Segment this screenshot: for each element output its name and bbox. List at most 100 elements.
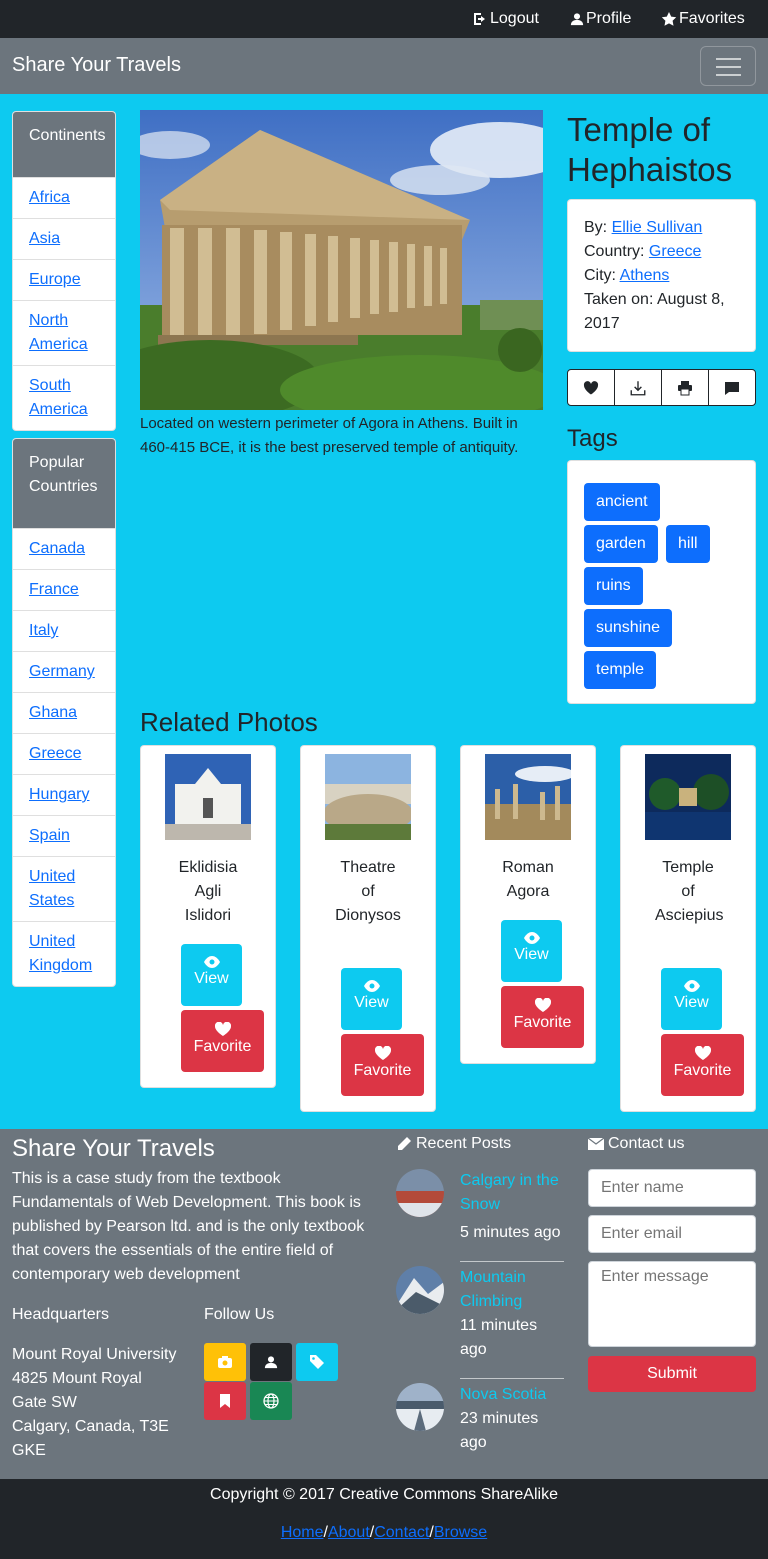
country-link[interactable]: Canada <box>29 540 85 557</box>
tags-social-button[interactable] <box>296 1343 338 1381</box>
contact-link[interactable]: Contact <box>374 1524 429 1541</box>
country-link[interactable]: Italy <box>29 622 58 639</box>
post-thumbnail[interactable] <box>396 1383 444 1431</box>
related-photo-card: Theatre of Dionysos View Favorite <box>300 745 436 1112</box>
related-thumbnail[interactable] <box>165 754 251 840</box>
logout-label: Logout <box>490 10 539 27</box>
globe-icon <box>263 1393 279 1409</box>
bookmark-social-button[interactable] <box>204 1382 246 1420</box>
post-thumbnail[interactable] <box>396 1266 444 1314</box>
favorite-button[interactable]: Favorite <box>341 1034 424 1096</box>
email-input[interactable] <box>588 1215 756 1253</box>
related-thumbnail[interactable] <box>325 754 411 840</box>
contact-header: Contact us <box>588 1132 684 1156</box>
related-thumbnail[interactable] <box>485 754 571 840</box>
contact-title: Contact us <box>608 1135 685 1152</box>
view-button[interactable]: View <box>501 920 562 982</box>
related-name: Roman Agora <box>502 859 554 900</box>
favorites-link[interactable]: Favorites <box>661 10 745 28</box>
menu-icon-bar <box>716 58 741 60</box>
view-button[interactable]: View <box>341 968 402 1030</box>
related-photo-card: Temple of Asciepius View Favorite <box>620 745 756 1112</box>
eye-icon <box>683 980 700 992</box>
favorite-button[interactable]: Favorite <box>501 986 584 1048</box>
view-button[interactable]: View <box>661 968 722 1030</box>
tag-badge[interactable]: hill <box>666 525 710 563</box>
country-link[interactable]: United Kingdom <box>29 933 92 974</box>
message-textarea[interactable] <box>588 1261 756 1347</box>
profile-social-button[interactable] <box>250 1343 292 1381</box>
country-link[interactable]: Hungary <box>29 786 89 803</box>
menu-icon-bar <box>716 74 741 76</box>
navbar-toggler-button[interactable] <box>700 46 756 86</box>
favorite-button[interactable]: Favorite <box>661 1034 744 1096</box>
country-link[interactable]: Greece <box>649 243 701 260</box>
top-navbar: Logout Profile Favorites <box>0 0 768 38</box>
continents-card: Continents Africa Asia Europe North Amer… <box>12 111 116 431</box>
related-thumbnail[interactable] <box>645 754 731 840</box>
download-button[interactable] <box>615 370 662 405</box>
favorite-label: Favorite <box>193 1038 252 1055</box>
globe-social-button[interactable] <box>250 1382 292 1420</box>
camera-social-button[interactable] <box>204 1343 246 1381</box>
footer-description: This is a case study from the textbook F… <box>12 1170 365 1283</box>
tag-badge[interactable]: temple <box>584 651 657 689</box>
continent-link[interactable]: North America <box>29 312 88 353</box>
tag-badge[interactable]: ancient <box>584 483 660 521</box>
post-thumbnail[interactable] <box>396 1169 444 1217</box>
logout-link[interactable]: Logout <box>472 10 539 28</box>
heart-icon <box>583 380 599 394</box>
view-label: View <box>514 946 549 963</box>
related-photo-card: Eklidisia Agli Islidori View Favorite <box>140 745 276 1088</box>
name-input[interactable] <box>588 1169 756 1207</box>
comment-button[interactable] <box>709 370 755 405</box>
photo-info-card: By: Ellie Sullivan Country: Greece City:… <box>567 199 756 352</box>
post-title-link[interactable]: Nova Scotia <box>460 1383 568 1407</box>
view-label: View <box>354 994 389 1011</box>
hq-line: Calgary, Canada, T3E <box>12 1418 169 1435</box>
favorite-button[interactable]: Favorite <box>181 1010 264 1072</box>
about-link[interactable]: About <box>328 1524 370 1541</box>
view-label: View <box>674 994 709 1011</box>
related-photo-card: Roman Agora View Favorite <box>460 745 596 1064</box>
post-time: 11 minutes ago <box>460 1317 538 1358</box>
taken-label: Taken on: <box>584 291 654 308</box>
favorite-button[interactable] <box>568 370 615 405</box>
eye-icon <box>363 980 380 992</box>
country-link[interactable]: Spain <box>29 827 70 844</box>
tag-badge[interactable]: sunshine <box>584 609 673 647</box>
continent-link[interactable]: Europe <box>29 271 81 288</box>
tag-badge[interactable]: ruins <box>584 567 643 605</box>
taken-row: Taken on: August 8, 2017 <box>584 288 739 336</box>
profile-link[interactable]: Profile <box>570 10 631 28</box>
print-button[interactable] <box>662 370 709 405</box>
main-photo <box>140 110 543 410</box>
continent-link[interactable]: South America <box>29 377 88 418</box>
city-row: City: Athens <box>584 264 739 288</box>
country-item: Italy <box>13 610 115 651</box>
submit-button[interactable]: Submit <box>588 1356 756 1392</box>
home-link[interactable]: Home <box>281 1524 324 1541</box>
continent-link[interactable]: Asia <box>29 230 60 247</box>
continent-link[interactable]: Africa <box>29 189 70 206</box>
city-link[interactable]: Athens <box>620 267 670 284</box>
post-title-link[interactable]: Mountain Climbing <box>460 1266 568 1314</box>
country-link[interactable]: United States <box>29 868 75 909</box>
tag-badge[interactable]: garden <box>584 525 658 563</box>
user-icon <box>264 1356 278 1369</box>
browse-link[interactable]: Browse <box>434 1524 487 1541</box>
copyright-bar: Copyright © 2017 Creative Commons ShareA… <box>0 1479 768 1559</box>
view-button[interactable]: View <box>181 944 242 1006</box>
continent-item: South America <box>13 365 115 430</box>
bookmark-icon <box>220 1394 230 1408</box>
country-link[interactable]: Germany <box>29 663 95 680</box>
brand-link[interactable]: Share Your Travels <box>12 54 181 77</box>
country-link[interactable]: France <box>29 581 79 598</box>
country-link[interactable]: Ghana <box>29 704 77 721</box>
author-link[interactable]: Ellie Sullivan <box>612 219 703 236</box>
follow-title: Follow Us <box>204 1306 275 1323</box>
post-title-link[interactable]: Calgary in the Snow <box>460 1169 568 1217</box>
related-name: Theatre of Dionysos <box>335 859 401 924</box>
country-item: Canada <box>13 528 115 569</box>
country-link[interactable]: Greece <box>29 745 81 762</box>
